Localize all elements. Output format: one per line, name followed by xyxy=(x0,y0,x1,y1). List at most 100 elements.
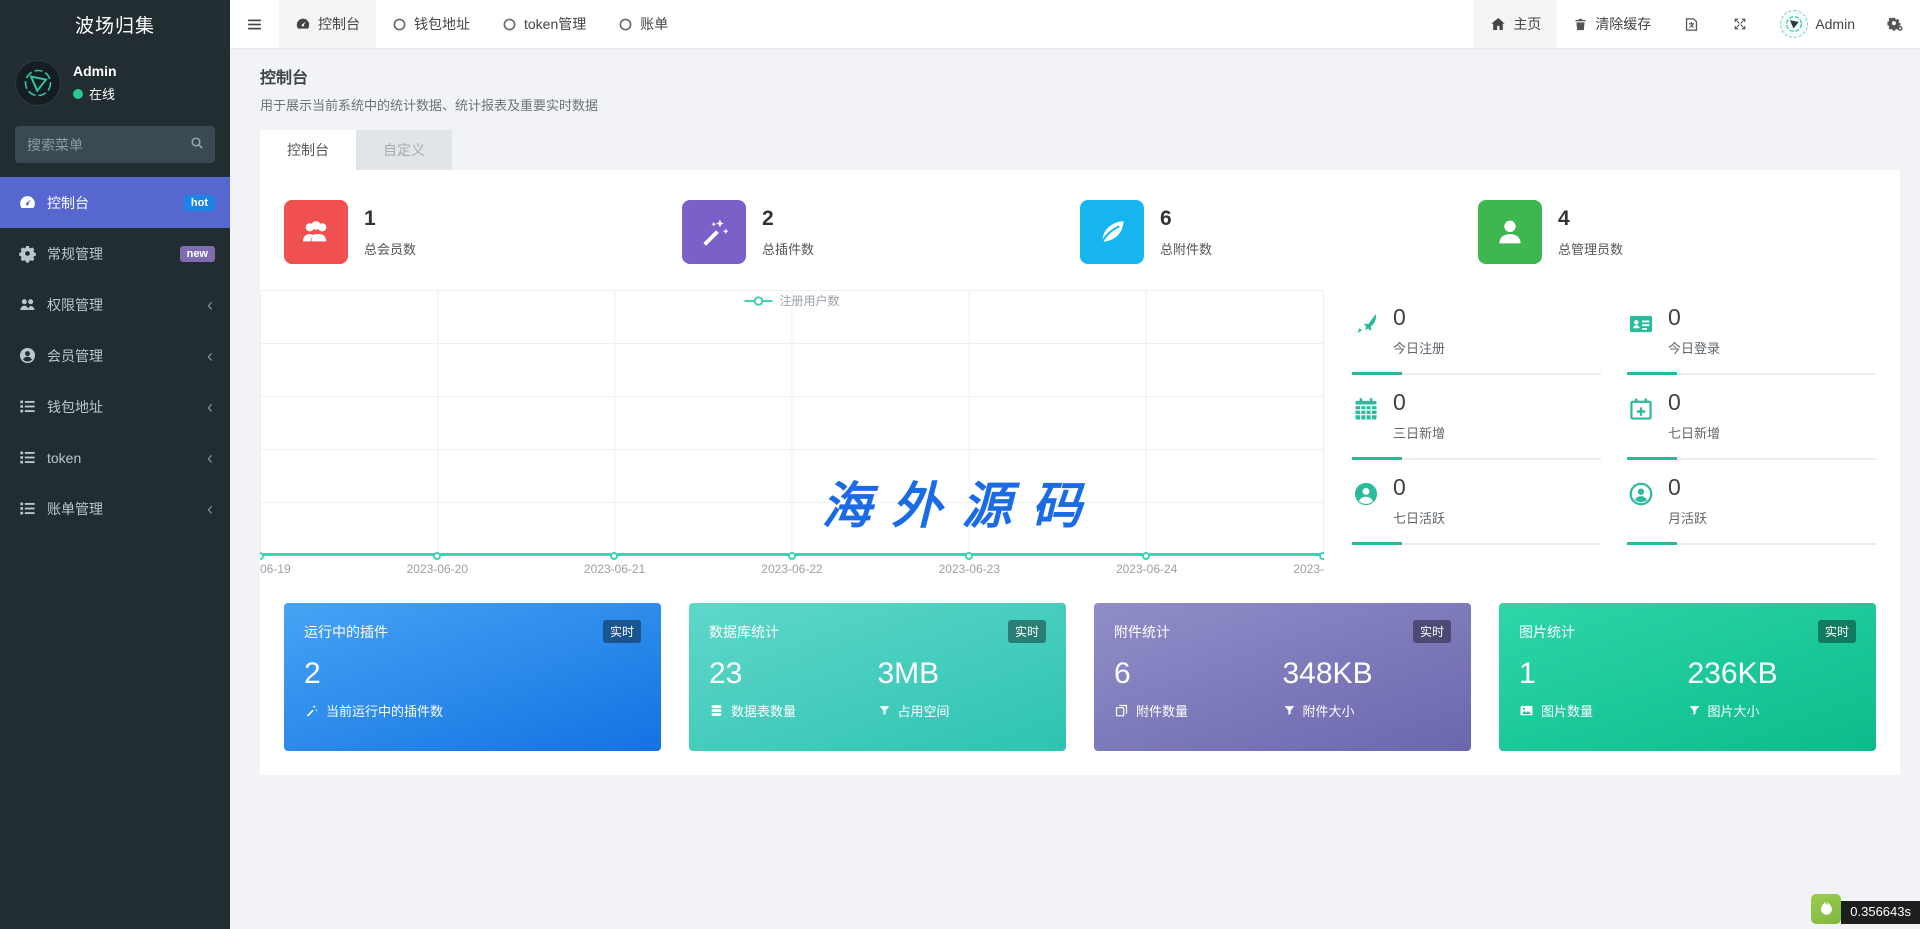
dashboard-icon xyxy=(295,16,311,32)
legend-marker-icon xyxy=(744,296,772,306)
card-title: 图片统计 xyxy=(1519,622,1575,642)
sidebar-item-members[interactable]: 会员管理 ‹ xyxy=(0,330,230,381)
clear-cache-button[interactable]: 清除缓存 xyxy=(1557,0,1667,48)
tab-wallet[interactable]: 钱包地址 xyxy=(376,0,486,48)
magic-icon xyxy=(682,200,746,264)
new-badge: new xyxy=(180,246,215,262)
language-button[interactable] xyxy=(1667,0,1716,48)
avatar xyxy=(15,60,61,106)
filter-icon xyxy=(878,704,891,717)
tab-token[interactable]: token管理 xyxy=(486,0,602,48)
user-menu[interactable]: Admin xyxy=(1764,0,1871,48)
summary-cards: 运行中的插件 实时 2 当前运行中的插件数 xyxy=(260,589,1900,775)
mini-stat-value: 0 xyxy=(1393,389,1445,416)
users-icon xyxy=(284,200,348,264)
mini-stat-seven-active: 0 七日活跃 xyxy=(1352,460,1601,545)
sidebar-item-wallet[interactable]: 钱包地址 ‹ xyxy=(0,381,230,432)
sidebar-item-auth[interactable]: 权限管理 ‹ xyxy=(0,279,230,330)
tab-custom[interactable]: 自定义 xyxy=(356,130,452,170)
user-status-label: 在线 xyxy=(89,84,115,103)
dashboard-icon xyxy=(15,193,39,212)
mini-progress xyxy=(1627,457,1876,460)
user-panel: Admin 在线 xyxy=(0,48,230,120)
circle-o-icon xyxy=(392,17,407,32)
mini-stat-today-login: 0 今日登录 xyxy=(1627,290,1876,375)
user-circle-o-icon xyxy=(1627,480,1655,508)
sidebar-toggle-button[interactable] xyxy=(230,0,279,48)
sidebar-item-label: 权限管理 xyxy=(47,295,103,315)
card-value: 236KB xyxy=(1688,657,1857,691)
leaf-icon xyxy=(1080,200,1144,264)
trash-icon xyxy=(1573,17,1588,32)
mini-stat-label: 月活跃 xyxy=(1668,508,1707,527)
card-label: 当前运行中的插件数 xyxy=(326,701,443,720)
realtime-badge: 实时 xyxy=(1818,620,1856,643)
tab-dashboard[interactable]: 控制台 xyxy=(279,0,376,48)
sidebar-item-token[interactable]: token ‹ xyxy=(0,432,230,483)
mini-progress xyxy=(1627,542,1876,545)
tab-bill[interactable]: 账单 xyxy=(602,0,684,48)
x-tick: 2023-06-23 xyxy=(939,562,1000,576)
card-label: 数据表数量 xyxy=(731,701,796,720)
mini-stat-value: 0 xyxy=(1668,389,1720,416)
home-label: 主页 xyxy=(1513,14,1541,34)
tab-label: token管理 xyxy=(524,14,586,34)
fullscreen-button[interactable] xyxy=(1716,0,1764,48)
card-value: 348KB xyxy=(1283,657,1452,691)
chart-plot: 海外源码 xyxy=(260,290,1324,555)
avatar xyxy=(1780,10,1808,38)
list-icon xyxy=(15,397,39,416)
mini-stat-value: 0 xyxy=(1668,304,1720,331)
settings-button[interactable] xyxy=(1871,0,1920,48)
topbar-right: 主页 清除缓存 xyxy=(1474,0,1920,48)
card-database: 数据库统计 实时 23 数据表数量 xyxy=(689,603,1066,751)
card-value: 23 xyxy=(709,657,878,691)
stat-admins: 4 总管理员数 xyxy=(1478,200,1876,264)
stat-label: 总管理员数 xyxy=(1558,239,1623,258)
rocket-icon xyxy=(1352,310,1380,338)
mini-stats: 0 今日注册 0 今日登录 xyxy=(1352,290,1876,579)
sidebar: 波场归集 Admin 在线 控制台 hot xyxy=(0,0,230,929)
legend-label: 注册用户数 xyxy=(779,292,839,309)
home-icon xyxy=(1490,16,1506,32)
sidebar-item-label: 常规管理 xyxy=(47,244,103,264)
mini-stat-seven-day: 0 七日新增 xyxy=(1627,375,1876,460)
chart-legend[interactable]: 注册用户数 xyxy=(744,292,839,309)
chevron-left-icon: ‹ xyxy=(207,398,215,416)
sidebar-item-dashboard[interactable]: 控制台 hot xyxy=(0,177,230,228)
home-button[interactable]: 主页 xyxy=(1474,0,1557,48)
search-input[interactable] xyxy=(15,126,215,163)
mini-stat-label: 七日活跃 xyxy=(1393,508,1445,527)
mini-stat-label: 七日新增 xyxy=(1668,423,1720,442)
card-label: 附件大小 xyxy=(1303,701,1355,720)
stats-row: 1 总会员数 2 总插件数 xyxy=(260,170,1900,284)
thinkphp-icon[interactable] xyxy=(1811,894,1841,924)
stat-label: 总插件数 xyxy=(762,239,814,258)
mini-stat-value: 0 xyxy=(1393,304,1445,331)
tab-label: 账单 xyxy=(640,14,668,34)
user-circle-icon xyxy=(15,346,39,365)
tab-console[interactable]: 控制台 xyxy=(260,130,356,170)
sidebar-item-general[interactable]: 常规管理 new xyxy=(0,228,230,279)
search-icon xyxy=(189,135,205,151)
card-value: 3MB xyxy=(878,657,1047,691)
mini-progress xyxy=(1352,542,1601,545)
app-title: 波场归集 xyxy=(0,0,230,48)
registrations-chart[interactable]: 注册用户数 海外源码 2023-06-19 xyxy=(260,290,1324,579)
mini-stat-label: 三日新增 xyxy=(1393,423,1445,442)
card-label: 附件数量 xyxy=(1136,701,1188,720)
card-attachments: 附件统计 实时 6 附件数量 xyxy=(1094,603,1471,751)
dashboard-panel: 1 总会员数 2 总插件数 xyxy=(260,170,1900,775)
stat-value: 1 xyxy=(364,207,416,231)
topbar-tabs: 控制台 钱包地址 token管理 账单 xyxy=(279,0,684,48)
cogs-icon xyxy=(15,244,39,263)
tron-logo-icon xyxy=(1784,14,1804,34)
stat-label: 总附件数 xyxy=(1160,239,1212,258)
sidebar-item-bills[interactable]: 账单管理 ‹ xyxy=(0,483,230,534)
copy-icon xyxy=(1114,703,1129,718)
language-icon xyxy=(1683,16,1700,33)
users-icon xyxy=(15,295,39,314)
top-navbar: 控制台 钱包地址 token管理 账单 xyxy=(230,0,1920,48)
card-title: 附件统计 xyxy=(1114,622,1170,642)
mini-stat-label: 今日登录 xyxy=(1668,338,1720,357)
